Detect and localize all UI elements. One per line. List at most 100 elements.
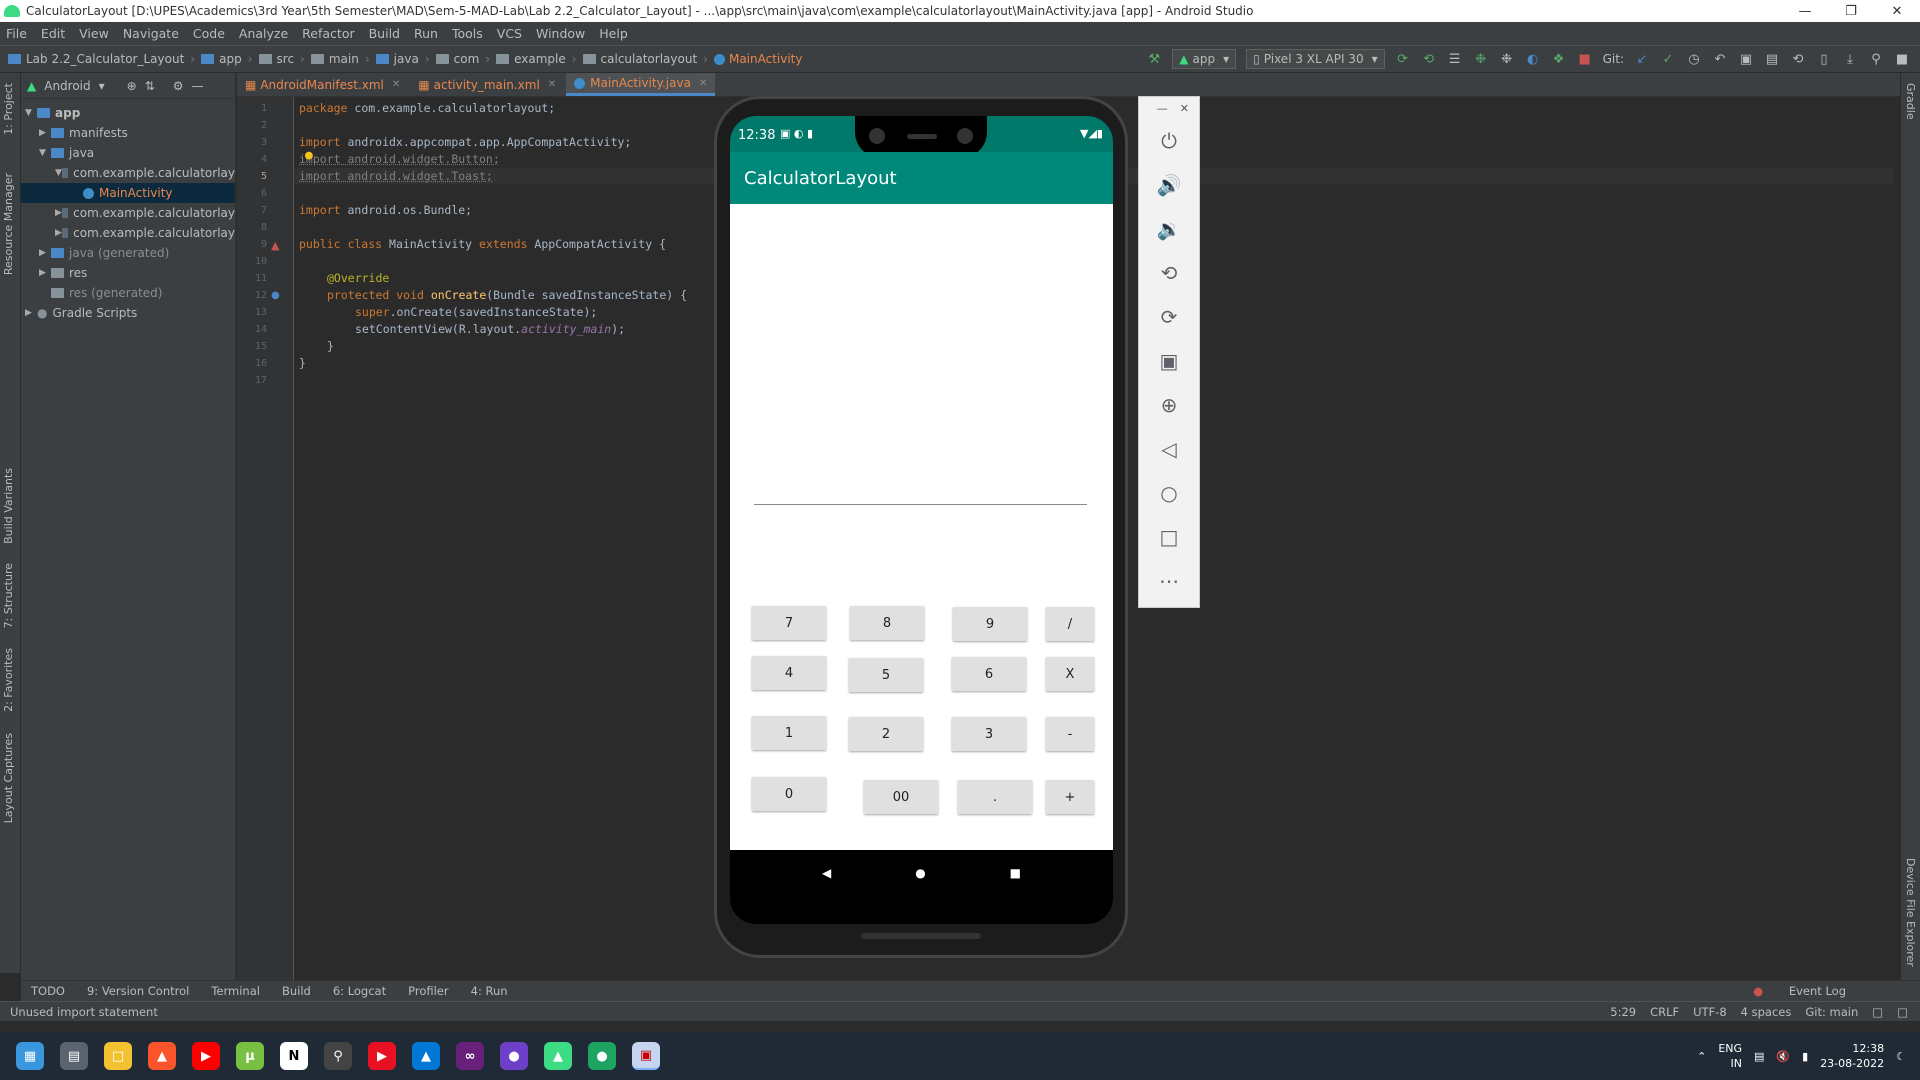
tree-item-package-test[interactable]: ▶ com.example.calculatorlay	[21, 223, 235, 243]
camera-icon[interactable]: ▣	[1139, 339, 1199, 383]
tool-gradle[interactable]: Gradle	[1904, 83, 1917, 120]
key-5[interactable]: 5	[849, 658, 923, 692]
tab-android-manifest[interactable]: ▦ AndroidManifest.xml ✕	[237, 73, 408, 96]
sync-gradle-icon[interactable]: ⟲	[1790, 51, 1806, 67]
key-decimal[interactable]: .	[958, 780, 1032, 814]
tree-item-java[interactable]: ▼ java	[21, 143, 235, 163]
layout-icon[interactable]: ▤	[1764, 51, 1780, 67]
tool-structure[interactable]: 7: Structure	[2, 563, 15, 628]
git-update-icon[interactable]: ↙	[1634, 51, 1650, 67]
tab-main-activity[interactable]: MainActivity.java ✕	[566, 73, 716, 96]
breadcrumb-example[interactable]: example ›	[496, 52, 577, 66]
key-3[interactable]: 3	[952, 717, 1026, 751]
key-4[interactable]: 4	[752, 656, 826, 690]
tree-item-app[interactable]: ▼ app	[21, 103, 235, 123]
sdk-manager-icon[interactable]: ⤓	[1842, 51, 1858, 67]
menu-refactor[interactable]: Refactor	[302, 26, 354, 41]
git-branch[interactable]: Git: main	[1805, 1005, 1858, 1019]
minimize-button[interactable]: —	[1782, 4, 1828, 19]
list-icon[interactable]: ☰	[1447, 51, 1463, 67]
search-icon[interactable]: ⚲	[1868, 51, 1884, 67]
breadcrumb-mainactivity[interactable]: MainActivity	[713, 52, 803, 66]
project-structure-icon[interactable]: ▣	[1738, 51, 1754, 67]
tree-item-res[interactable]: ▶ res	[21, 263, 235, 283]
chrome-icon[interactable]: ●	[588, 1042, 616, 1070]
hammer-build-icon[interactable]: ⚒	[1146, 51, 1162, 67]
tab-activity-main[interactable]: ▦ activity_main.xml ✕	[410, 73, 564, 96]
power-icon[interactable]: ⏻	[1139, 119, 1199, 163]
display-icon[interactable]: ▤	[1754, 1050, 1764, 1063]
key-9[interactable]: 9	[953, 607, 1027, 641]
key-2[interactable]: 2	[849, 717, 923, 751]
menu-file[interactable]: File	[6, 26, 27, 41]
tool-build-variants[interactable]: Build Variants	[2, 468, 15, 544]
display-edittext[interactable]	[754, 504, 1087, 505]
chevron-down-icon[interactable]: ▾	[99, 79, 105, 93]
collapse-all-icon[interactable]: ⇅	[145, 79, 155, 93]
tool-favorites[interactable]: 2: Favorites	[2, 648, 15, 712]
menu-navigate[interactable]: Navigate	[123, 26, 179, 41]
emulator-screen[interactable]: 12:38 ▣ ◐ ▮ ▼◢▮ CalculatorLayout 7 8 9 /…	[730, 116, 1113, 924]
rotate-right-icon[interactable]: ⟳	[1139, 295, 1199, 339]
rerun-icon[interactable]: ⟳	[1395, 51, 1411, 67]
home-nav-icon[interactable]: ●	[915, 866, 925, 880]
tool-terminal[interactable]: Terminal	[211, 984, 260, 998]
volume-down-icon[interactable]: 🔉	[1139, 207, 1199, 251]
run-config-select[interactable]: ▲ app ▾	[1172, 49, 1237, 69]
youtube-icon[interactable]: ▶	[192, 1042, 220, 1070]
tool-profiler[interactable]: Profiler	[408, 984, 449, 998]
tool-build[interactable]: Build	[282, 984, 311, 998]
tree-item-manifests[interactable]: ▶ manifests	[21, 123, 235, 143]
line-separator[interactable]: CRLF	[1650, 1005, 1679, 1019]
menu-vcs[interactable]: VCS	[497, 26, 522, 41]
hide-icon[interactable]: —	[192, 79, 204, 93]
gear-icon[interactable]: ⚙	[173, 79, 184, 93]
menu-window[interactable]: Window	[536, 26, 585, 41]
breadcrumb-app[interactable]: app ›	[201, 52, 253, 66]
tool-layout-captures[interactable]: Layout Captures	[2, 733, 15, 823]
breadcrumb-src[interactable]: src ›	[258, 52, 305, 66]
locate-icon[interactable]: ⊕	[127, 79, 137, 93]
tool-event-log[interactable]: ● Event Log	[1753, 984, 1868, 998]
menu-code[interactable]: Code	[193, 26, 225, 41]
lock-icon[interactable]: □	[1872, 1005, 1883, 1019]
key-00[interactable]: 00	[864, 780, 938, 814]
breadcrumb-com[interactable]: com ›	[435, 52, 490, 66]
debug-icon[interactable]: ❉	[1473, 51, 1489, 67]
recents-nav-icon[interactable]: ■	[1010, 866, 1021, 880]
key-plus[interactable]: +	[1046, 780, 1094, 814]
git-commit-icon[interactable]: ✓	[1660, 51, 1676, 67]
back-icon[interactable]: ◁	[1139, 427, 1199, 471]
menu-tools[interactable]: Tools	[452, 26, 483, 41]
brave-browser-icon[interactable]: ▲	[148, 1042, 176, 1070]
tree-item-mainactivity[interactable]: MainActivity	[21, 183, 235, 203]
rollback-icon[interactable]: ↶	[1712, 51, 1728, 67]
tree-item-package[interactable]: ▼ com.example.calculatorlay	[21, 163, 235, 183]
stop-icon[interactable]: ■	[1577, 51, 1593, 67]
menu-analyze[interactable]: Analyze	[239, 26, 288, 41]
zoom-icon[interactable]: ⊕	[1139, 383, 1199, 427]
tool-logcat[interactable]: 6: Logcat	[333, 984, 386, 998]
tool-run[interactable]: 4: Run	[471, 984, 508, 998]
media-player-icon[interactable]: ▶	[368, 1042, 396, 1070]
back-nav-icon[interactable]: ◀	[822, 866, 831, 880]
tree-item-package-androidtest[interactable]: ▶ com.example.calculatorlay	[21, 203, 235, 223]
caret-position[interactable]: 5:29	[1610, 1005, 1636, 1019]
file-encoding[interactable]: UTF-8	[1693, 1005, 1727, 1019]
profile-icon[interactable]: ◐	[1525, 51, 1541, 67]
utorrent-icon[interactable]: μ	[236, 1042, 264, 1070]
speaker-muted-icon[interactable]: 🔇	[1776, 1050, 1790, 1063]
tool-version-control[interactable]: 9: Version Control	[87, 984, 189, 998]
lightbulb-icon[interactable]: ●	[305, 148, 313, 163]
user-icon[interactable]: ■	[1894, 51, 1910, 67]
volume-up-icon[interactable]: 🔊	[1139, 163, 1199, 207]
emulator-minimize-icon[interactable]: —	[1157, 102, 1168, 115]
tool-resource-manager[interactable]: Resource Manager	[2, 173, 15, 275]
menu-help[interactable]: Help	[599, 26, 628, 41]
project-view-select[interactable]: Android	[44, 79, 90, 93]
rotate-left-icon[interactable]: ⟲	[1139, 251, 1199, 295]
menu-build[interactable]: Build	[369, 26, 400, 41]
tree-item-gradle-scripts[interactable]: ▶ ● Gradle Scripts	[21, 303, 235, 323]
file-explorer-icon[interactable]: □	[104, 1042, 132, 1070]
key-multiply[interactable]: X	[1046, 657, 1094, 691]
